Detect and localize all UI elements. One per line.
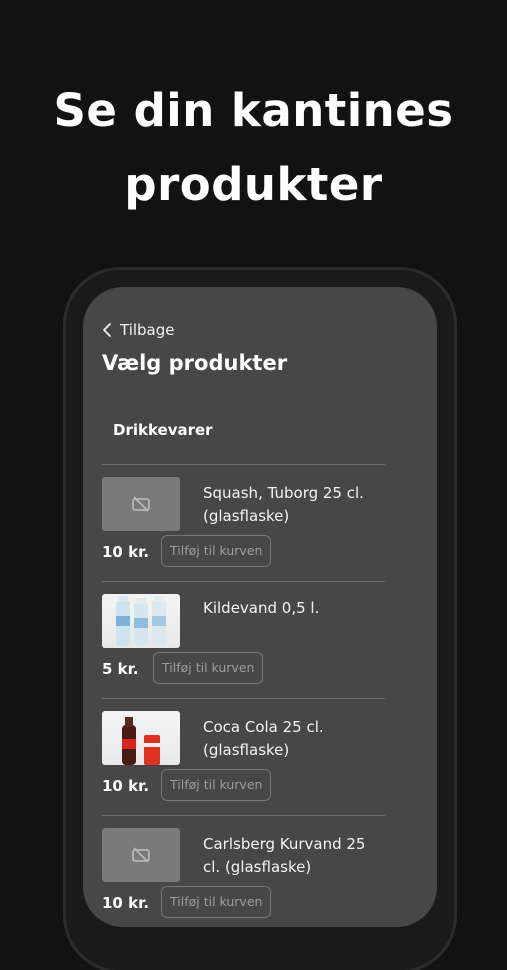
product-item: Squash, Tuborg 25 cl. (glasflaske) 10 kr… (102, 465, 385, 575)
product-name: Squash, Tuborg 25 cl. (glasflaske) (203, 484, 364, 525)
add-to-cart-button[interactable]: Tilføj til kurven (153, 652, 264, 684)
back-button[interactable]: Tilbage (102, 320, 175, 340)
phone-screen: Tilbage Vælg produkter Drikkevarer Squas… (83, 287, 437, 927)
hero-line-2: produkter (124, 158, 383, 211)
product-item: Kildevand 0,5 l. 5 kr. Tilføj til kurven (102, 582, 385, 692)
cola-bottles-photo (102, 711, 180, 765)
add-to-cart-button[interactable]: Tilføj til kurven (161, 886, 272, 918)
product-item: Coca Cola 25 cl. (glasflaske) 10 kr. Til… (102, 699, 385, 809)
category-heading: Drikkevarer (113, 421, 213, 439)
product-name: Coca Cola 25 cl. (glasflaske) (203, 718, 324, 759)
back-label: Tilbage (120, 321, 175, 339)
product-price: 10 kr. (102, 543, 150, 561)
product-item: Carlsberg Kurvand 25 cl. (glasflaske) 10… (102, 816, 385, 926)
add-to-cart-button[interactable]: Tilføj til kurven (161, 769, 272, 801)
no-image-icon (102, 477, 180, 531)
hero-heading: Se din kantines produkter (0, 74, 507, 222)
product-price: 5 kr. (102, 660, 139, 678)
product-price: 10 kr. (102, 777, 150, 795)
add-to-cart-button[interactable]: Tilføj til kurven (161, 535, 272, 567)
product-name: Carlsberg Kurvand 25 cl. (glasflaske) (203, 835, 366, 876)
chevron-left-icon (103, 323, 111, 337)
no-image-icon (102, 828, 180, 882)
product-name: Kildevand 0,5 l. (203, 599, 320, 617)
hero-line-1: Se din kantines (53, 84, 454, 137)
product-price: 10 kr. (102, 894, 150, 912)
page-title: Vælg produkter (102, 351, 288, 375)
water-bottles-photo (102, 594, 180, 648)
